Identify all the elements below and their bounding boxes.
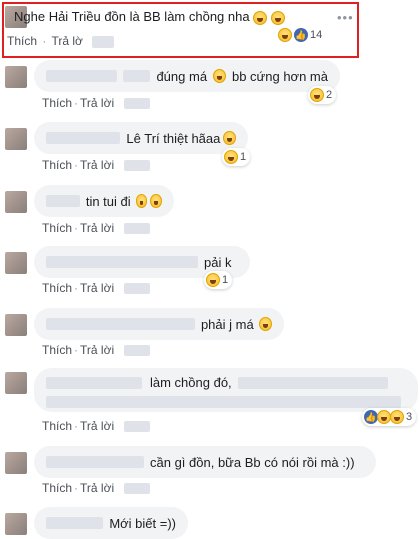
comment-text: pải k <box>204 254 232 270</box>
comment-text: làm chồng đó, <box>150 375 232 390</box>
blurred-author-name <box>46 256 198 268</box>
comment-actions: Thích · Trả lời <box>42 158 151 172</box>
blurred-timestamp <box>124 345 151 357</box>
reaction-count: 1 <box>240 151 247 163</box>
sad-emoji-icon <box>390 410 404 424</box>
comment-text-2: bb cứng hơn mà <box>231 68 328 84</box>
blurred-author-name <box>46 376 142 389</box>
laughing-emoji-icon <box>377 410 391 424</box>
like-link[interactable]: Thích <box>42 419 72 433</box>
laughing-emoji-icon <box>253 10 268 25</box>
blurred-author-name <box>46 456 144 468</box>
like-link[interactable]: Thích <box>42 158 72 172</box>
like-link[interactable]: Thích <box>42 281 72 295</box>
comment-text: Nghe Hải Triều đồn là BB làm chồng nha <box>14 9 250 24</box>
comment-actions: Thích · Trả lời <box>42 96 151 110</box>
like-link[interactable]: Thích <box>42 481 72 495</box>
laughing-emoji-icon <box>206 273 220 287</box>
reaction-summary[interactable]: 👍 3 <box>362 408 417 426</box>
reply-link[interactable]: Trả lời <box>80 96 114 110</box>
separator: · <box>42 34 47 48</box>
reaction-summary[interactable]: 1 <box>222 148 251 166</box>
laughing-emoji-icon <box>224 150 238 164</box>
laughing-emoji-icon <box>310 88 324 102</box>
blurred-timestamp <box>124 421 151 433</box>
comment-line-2 <box>46 393 401 411</box>
comment-bubble: tin tui đi <box>34 185 174 217</box>
reply-link[interactable]: Trả lời <box>80 419 114 433</box>
blurred-timestamp <box>124 483 151 495</box>
comment-bubble: đúng má bb cứng hơn mà <box>34 60 340 92</box>
laughing-emoji-icon <box>135 194 148 208</box>
comment-text: Mới biết =)) <box>109 515 176 531</box>
reply-link[interactable]: Trả lời <box>80 281 114 295</box>
reaction-count: 3 <box>406 411 413 423</box>
comment-text: tin tui đi <box>85 193 131 209</box>
reply-link[interactable]: Trả lời <box>80 343 114 357</box>
smile-emoji-icon <box>258 317 272 331</box>
avatar[interactable] <box>5 252 27 274</box>
avatar[interactable] <box>5 191 27 213</box>
cookie-emoji-icon <box>213 69 226 83</box>
blurred-timestamp <box>124 223 151 235</box>
reply-link[interactable]: Trả lời <box>80 481 114 495</box>
like-link[interactable]: Thích <box>7 34 37 48</box>
comment-actions: Thích · Trả lời <box>42 343 151 357</box>
like-link[interactable]: Thích <box>42 96 72 110</box>
comment-text: Lê Trí thiệt hãaa <box>126 130 221 146</box>
blurred-text <box>237 376 388 389</box>
avatar[interactable] <box>5 513 27 535</box>
comment-text: phải j má <box>200 316 254 332</box>
reply-link[interactable]: Trả lờ <box>51 34 82 48</box>
thumbs-up-icon: 👍 <box>294 28 308 42</box>
comment-1-actions: Thích · Trả lờ <box>7 34 115 48</box>
comment-bubble: cần gì đồn, bữa Bb có nói rồi mà :)) <box>34 446 376 478</box>
blurred-text <box>46 395 401 408</box>
comment-actions: Thích · Trả lời <box>42 221 151 235</box>
comment-bubble: Lê Trí thiệt hãaa <box>34 122 248 154</box>
comment-actions: Thích · Trả lời <box>42 419 151 433</box>
blurred-author-name <box>46 132 121 144</box>
laughing-emoji-icon <box>150 194 162 208</box>
comment-bubble: làm chồng đó, <box>34 368 418 412</box>
like-link[interactable]: Thích <box>42 221 72 235</box>
blurred-text <box>123 70 151 82</box>
reaction-summary[interactable]: 👍 14 <box>276 26 326 44</box>
reaction-count: 1 <box>222 274 229 286</box>
blurred-author-name <box>46 517 104 529</box>
comment-text: cần gì đồn, bữa Bb có nói rồi mà :)) <box>150 454 355 470</box>
avatar[interactable] <box>5 452 27 474</box>
reply-link[interactable]: Trả lời <box>80 221 114 235</box>
reply-link[interactable]: Trả lời <box>80 158 114 172</box>
comment-1: Nghe Hải Triều đồn là BB làm chồng nha <box>14 9 285 25</box>
more-options-icon[interactable]: ••• <box>337 10 354 25</box>
reaction-count: 2 <box>326 89 333 101</box>
blurred-author-name <box>46 195 80 207</box>
blurred-author-name <box>46 318 195 330</box>
blurred-timestamp <box>124 160 151 172</box>
like-link[interactable]: Thích <box>42 343 72 357</box>
blurred-timestamp <box>124 98 151 110</box>
reaction-summary[interactable]: 1 <box>204 271 233 289</box>
comment-bubble: Mới biết =)) <box>34 507 188 539</box>
reaction-summary[interactable]: 2 <box>308 86 337 104</box>
comment-actions: Thích · Trả lời <box>42 281 151 295</box>
thumbs-up-icon: 👍 <box>364 410 378 424</box>
avatar[interactable] <box>5 128 27 150</box>
avatar[interactable] <box>5 372 27 394</box>
blurred-timestamp <box>92 35 115 48</box>
blurred-timestamp <box>124 283 151 295</box>
avatar[interactable] <box>5 314 27 336</box>
reaction-count: 14 <box>310 29 323 41</box>
comment-text: đúng má <box>156 68 208 84</box>
comment-bubble: phải j má <box>34 308 284 340</box>
laughing-emoji-icon <box>278 28 292 42</box>
laughing-emoji-icon <box>270 10 285 25</box>
laughing-emoji-icon <box>223 131 236 145</box>
comment-actions: Thích · Trả lời <box>42 481 151 495</box>
avatar[interactable] <box>5 66 27 88</box>
blurred-author-name <box>46 70 118 82</box>
